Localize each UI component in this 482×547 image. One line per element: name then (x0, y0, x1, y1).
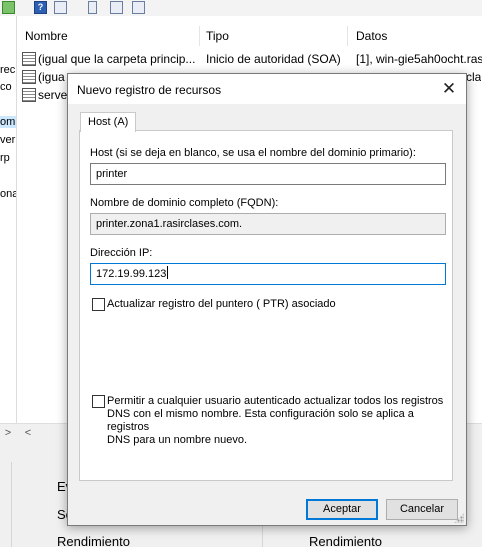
text-caret (167, 266, 169, 279)
row-name: (igua (38, 70, 65, 84)
allow-update-checkbox[interactable] (92, 395, 105, 408)
dialog-titlebar[interactable]: Nuevo registro de recursos ✕ (68, 74, 466, 104)
ptr-checkbox-label[interactable]: Actualizar registro del puntero ( PTR) a… (107, 298, 336, 311)
row-data: [1], win-gie5ah0ocht.ras (356, 52, 482, 66)
column-header-data[interactable]: Datos (348, 26, 482, 46)
column-header-type[interactable]: Tipo (198, 26, 348, 46)
tree-item[interactable]: rp (0, 152, 10, 164)
ip-address-input[interactable]: 172.19.99.123 (90, 263, 446, 285)
divider (11, 462, 12, 547)
host-label: Host (si se deja en blanco, se usa el no… (90, 147, 416, 159)
tree-item-selected[interactable]: om (0, 116, 16, 128)
row-type: Inicio de autoridad (SOA) (206, 52, 341, 66)
record-icon (22, 52, 36, 66)
ip-label: Dirección IP: (90, 247, 153, 259)
fqdn-field: printer.zona1.rasirclases.com. (90, 213, 446, 235)
row-name: (igual que la carpeta princip... (38, 52, 196, 66)
host-tab-panel: Host (si se deja en blanco, se usa el no… (79, 130, 453, 481)
allow-update-line-2: DNS con el mismo nombre. Esta configurac… (107, 408, 414, 433)
row-name: serve (38, 88, 68, 102)
host-input[interactable]: printer (90, 163, 446, 185)
console-tree: rec co om ver rp ona (0, 16, 17, 441)
close-icon[interactable]: ✕ (432, 74, 466, 104)
perf-label-left: Rendimiento (57, 534, 130, 547)
list-view-icon[interactable] (110, 1, 123, 14)
record-icon (22, 88, 36, 102)
allow-update-checkbox-label[interactable]: Permitir a cualquier usuario autenticado… (107, 395, 452, 447)
tree-item[interactable]: ona (0, 188, 16, 200)
fqdn-label: Nombre de dominio completo (FQDN): (90, 197, 279, 209)
tree-item[interactable]: co (0, 81, 12, 93)
tab-host-a[interactable]: Host (A) (80, 112, 137, 132)
ip-address-value: 172.19.99.123 (96, 268, 167, 280)
tree-item[interactable]: rec (0, 64, 15, 76)
perf-label-right: Rendimiento (309, 534, 382, 547)
ptr-checkbox[interactable] (92, 298, 105, 311)
show-hide-pane-icon[interactable] (54, 1, 67, 14)
server-icon[interactable] (88, 1, 97, 14)
allow-update-line-3: DNS para un nombre nuevo. (107, 434, 248, 446)
dialog-title: Nuevo registro de recursos (77, 83, 222, 97)
new-resource-record-dialog: Nuevo registro de recursos ✕ Host (A) Ho… (67, 73, 467, 526)
accept-button[interactable]: Aceptar (306, 499, 378, 520)
cancel-button[interactable]: Cancelar (386, 499, 458, 520)
scroll-left-icon[interactable]: < (20, 425, 36, 441)
copy-icon[interactable] (132, 1, 145, 14)
column-header-name[interactable]: Nombre (17, 26, 200, 46)
allow-update-line-1: Permitir a cualquier usuario autenticado… (107, 395, 444, 407)
table-row[interactable]: (igual que la carpeta princip... Inicio … (22, 49, 482, 69)
mmc-toolbar: ? (0, 0, 482, 17)
scroll-right-icon[interactable]: > (0, 425, 16, 441)
forward-arrow-icon[interactable] (2, 1, 15, 14)
help-icon[interactable]: ? (34, 1, 47, 14)
tree-item[interactable]: ver (0, 134, 15, 146)
record-icon (22, 70, 36, 84)
